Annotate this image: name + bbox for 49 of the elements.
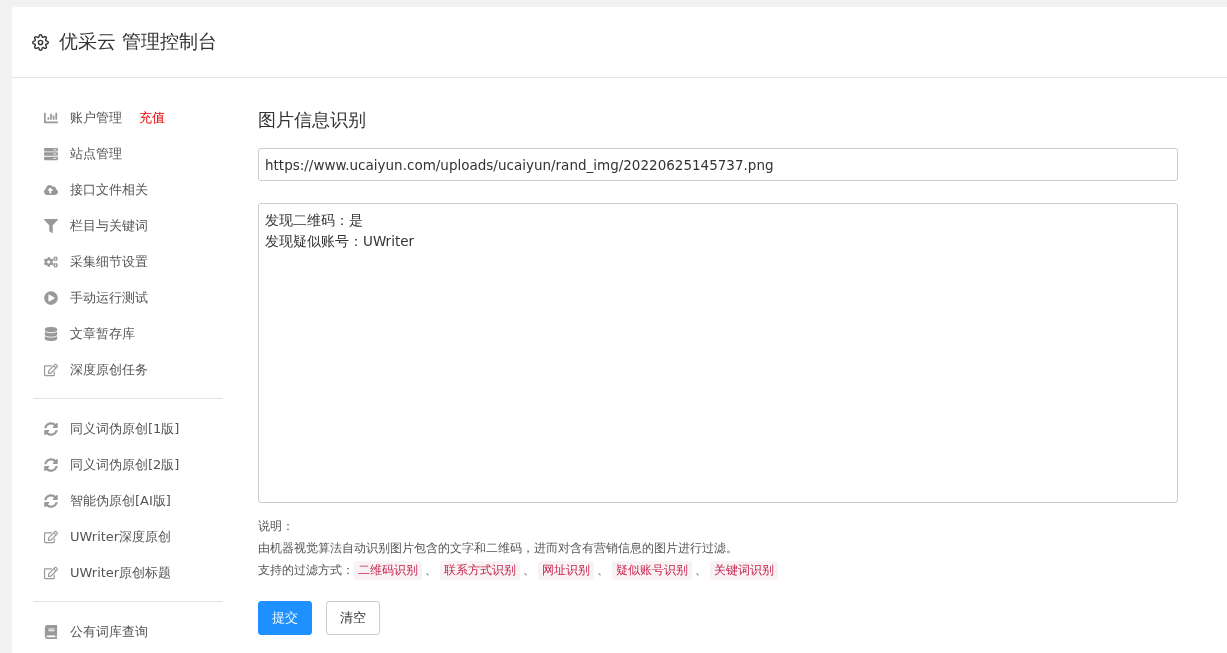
result-box[interactable]: 发现二维码：是 发现疑似账号：UWriter bbox=[258, 203, 1178, 503]
filter-tag: 疑似账号识别 bbox=[612, 560, 692, 580]
book-icon bbox=[44, 625, 58, 639]
edit-icon bbox=[44, 530, 58, 544]
refresh-icon bbox=[44, 458, 58, 472]
settings-icon bbox=[32, 33, 49, 51]
separator: 、 bbox=[695, 561, 707, 579]
sidebar-item[interactable]: 文章暂存库 bbox=[33, 316, 223, 352]
result-line: 发现疑似账号：UWriter bbox=[265, 232, 416, 251]
separator: 、 bbox=[523, 561, 535, 579]
sidebar-item[interactable]: 同义词伪原创[1版] bbox=[33, 411, 223, 447]
cloud-upload-icon bbox=[44, 183, 58, 197]
filter-tag: 网址识别 bbox=[538, 560, 594, 580]
edit-icon bbox=[44, 566, 58, 580]
note-text: 由机器视觉算法自动识别图片包含的文字和二维码，进而对含有营销信息的图片进行过滤。 bbox=[258, 540, 739, 557]
server-icon bbox=[44, 147, 58, 161]
database-icon bbox=[44, 327, 58, 341]
clear-button[interactable]: 清空 bbox=[326, 601, 380, 635]
sidebar-item[interactable]: 手动运行测试 bbox=[33, 280, 223, 316]
sidebar-item[interactable]: 公有词库查询 bbox=[33, 614, 223, 650]
sidebar-item[interactable]: UWriter原创标题 bbox=[33, 555, 223, 591]
refresh-icon bbox=[44, 422, 58, 436]
filter-tag: 二维码识别 bbox=[354, 560, 422, 580]
separator: 、 bbox=[597, 561, 609, 579]
sidebar-item[interactable]: 接口文件相关 bbox=[33, 172, 223, 208]
sidebar-item[interactable]: 同义词伪原创[2版] bbox=[33, 447, 223, 483]
sidebar-item[interactable]: 深度原创任务 bbox=[33, 352, 223, 388]
bar-chart-icon bbox=[44, 111, 58, 125]
page-title: 优采云 管理控制台 bbox=[59, 29, 218, 54]
separator: 、 bbox=[425, 561, 437, 579]
sidebar-item[interactable]: UWriter深度原创 bbox=[33, 519, 223, 555]
sidebar-item[interactable]: 账户管理 充值 bbox=[33, 100, 223, 136]
result-line: 发现二维码：是 bbox=[265, 211, 364, 230]
note-label: 说明： bbox=[258, 518, 295, 535]
edit-icon bbox=[44, 363, 58, 377]
filter-icon bbox=[44, 219, 58, 233]
gears-icon bbox=[44, 255, 58, 269]
play-icon bbox=[44, 291, 58, 305]
filters-label: 支持的过滤方式： bbox=[258, 561, 354, 579]
sidebar-item[interactable]: 智能伪原创[AI版] bbox=[33, 483, 223, 519]
recharge-link[interactable]: 充值 bbox=[139, 109, 165, 127]
filter-tag: 联系方式识别 bbox=[440, 560, 520, 580]
sidebar-item[interactable]: 栏目与关键词 bbox=[33, 208, 223, 244]
section-title: 图片信息识别 bbox=[258, 108, 367, 132]
refresh-icon bbox=[44, 494, 58, 508]
filter-tag: 关键词识别 bbox=[710, 560, 778, 580]
url-field[interactable]: https://www.ucaiyun.com/uploads/ucaiyun/rand_img/20220625145737.png bbox=[258, 148, 1178, 181]
sidebar-item[interactable]: 站点管理 bbox=[33, 136, 223, 172]
sidebar-item[interactable]: 采集细节设置 bbox=[33, 244, 223, 280]
